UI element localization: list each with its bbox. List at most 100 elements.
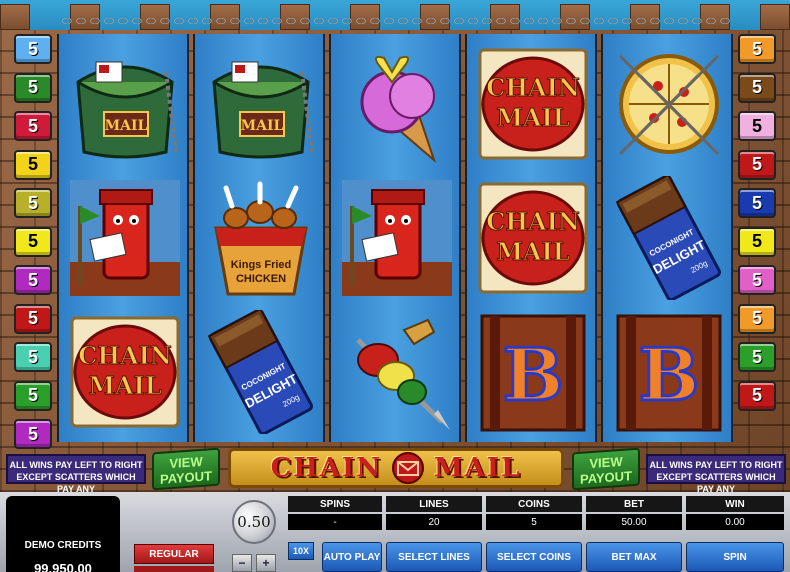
- chain-mail-icon: CHAIN MAIL: [478, 48, 588, 160]
- payline-badge[interactable]: 5: [14, 380, 52, 411]
- payline-badge[interactable]: 5: [738, 72, 776, 103]
- reel-symbol-mailbag: MAIL: [63, 40, 187, 168]
- svg-text:B: B: [503, 332, 564, 417]
- svg-text:MAIL: MAIL: [105, 118, 148, 134]
- ice-cream-icon: [360, 55, 437, 164]
- view-payout-label: PAYOUT: [159, 468, 212, 487]
- reel-symbol-mailbox: [63, 174, 187, 302]
- payline-badge[interactable]: 5: [738, 342, 776, 372]
- credits-value: 99,950.00: [34, 561, 92, 572]
- view-payout-label: PAYOUT: [579, 468, 632, 487]
- svg-text:CHAIN: CHAIN: [486, 207, 580, 236]
- control-panel: DEMO CREDITS 99,950.00 REGULAR 0.50 − + …: [0, 492, 790, 572]
- svg-text:CHAIN: CHAIN: [486, 73, 580, 102]
- fried-chicken-icon: Kings Fried CHICKEN: [214, 181, 308, 296]
- payline-badge[interactable]: 5: [738, 265, 776, 295]
- select-lines-button[interactable]: SELECT LINES: [386, 542, 482, 572]
- b-door-icon: B: [616, 314, 722, 432]
- mailbox-icon: [342, 180, 452, 296]
- right-rules-note: ALL WINS PAY LEFT TO RIGHT EXCEPT SCATTE…: [646, 454, 786, 494]
- svg-text:CHICKEN: CHICKEN: [236, 273, 286, 285]
- reel-2: MAIL Kings Fried CHICKEN COCONIGHT DELIG…: [193, 34, 325, 442]
- payline-badge[interactable]: 5: [14, 265, 52, 295]
- mailbox-icon: [70, 180, 180, 296]
- logo-text-right: MAIL: [433, 453, 522, 483]
- svg-text:B: B: [639, 332, 700, 417]
- game-logo: CHAIN MAIL: [228, 448, 564, 488]
- payline-badge[interactable]: 5: [14, 342, 52, 372]
- pizza-icon: [618, 54, 720, 156]
- payline-badge[interactable]: 5: [14, 188, 52, 218]
- bet-label: BET: [586, 496, 682, 512]
- coin-decrease-button[interactable]: −: [232, 554, 252, 572]
- spin-button[interactable]: SPIN: [686, 542, 784, 572]
- payline-badge[interactable]: 5: [14, 149, 52, 180]
- chocolate-icon: COCONIGHT DELIGHT 200g: [615, 176, 721, 300]
- lines-value: 20: [386, 514, 482, 530]
- regular-button-shadow: [134, 566, 214, 572]
- reel-symbol-b-door: B: [471, 308, 595, 436]
- payline-badge[interactable]: 5: [14, 72, 52, 103]
- right-rules-line-1: ALL WINS PAY LEFT TO RIGHT: [649, 460, 783, 470]
- reel-symbol-chain-mail: CHAIN MAIL: [471, 40, 595, 168]
- logo-text-left: CHAIN: [270, 453, 382, 483]
- coins-label: COINS: [486, 496, 582, 512]
- select-coins-button[interactable]: SELECT COINS: [486, 542, 582, 572]
- left-rules-line-1: ALL WINS PAY LEFT TO RIGHT: [9, 460, 143, 470]
- credits-display: DEMO CREDITS 99,950.00: [6, 496, 120, 572]
- chain-mail-icon: CHAIN MAIL: [478, 182, 588, 294]
- spins-label: SPINS: [288, 496, 382, 512]
- coin-value-chip[interactable]: 0.50: [232, 500, 276, 544]
- reel-symbol-b-door: B: [607, 308, 731, 436]
- reel-symbol-kebab: [335, 308, 459, 436]
- top-chain-decoration: [60, 16, 730, 26]
- win-value: 0.00: [686, 514, 784, 530]
- payline-badge[interactable]: 5: [738, 303, 776, 334]
- payline-badge[interactable]: 5: [14, 419, 52, 449]
- payline-badge[interactable]: 5: [14, 226, 52, 257]
- b-door-icon: B: [480, 314, 586, 432]
- bet-value: 50.00: [586, 514, 682, 530]
- reel-3: [329, 34, 461, 442]
- view-payout-button-left[interactable]: VIEW PAYOUT: [152, 447, 220, 491]
- payline-badge[interactable]: 5: [738, 226, 776, 257]
- payline-badge[interactable]: 5: [14, 303, 52, 334]
- payline-badge[interactable]: 5: [738, 111, 776, 141]
- coin-increase-button[interactable]: +: [256, 554, 276, 572]
- svg-text:Kings Fried: Kings Fried: [231, 259, 292, 271]
- payline-badge[interactable]: 5: [738, 380, 776, 411]
- svg-text:MAIL: MAIL: [496, 103, 569, 132]
- reel-symbol-mailbox: [335, 174, 459, 302]
- chocolate-icon: COCONIGHT DELIGHT 200g: [207, 310, 313, 434]
- bet-10x-button[interactable]: 10X: [288, 542, 314, 560]
- view-payout-button-right[interactable]: VIEW PAYOUT: [572, 447, 640, 491]
- lines-label: LINES: [386, 496, 482, 512]
- win-label: WIN: [686, 496, 784, 512]
- payline-badge[interactable]: 5: [14, 111, 52, 141]
- chain-mail-icon: CHAIN MAIL: [70, 316, 180, 428]
- regular-mode-button[interactable]: REGULAR: [134, 544, 214, 564]
- svg-text:MAIL: MAIL: [496, 237, 569, 266]
- reel-4: CHAIN MAIL CHAIN MAIL B: [465, 34, 597, 442]
- bet-max-button[interactable]: BET MAX: [586, 542, 682, 572]
- payline-badge[interactable]: 5: [738, 188, 776, 218]
- left-rules-note: ALL WINS PAY LEFT TO RIGHT EXCEPT SCATTE…: [6, 454, 146, 494]
- svg-text:MAIL: MAIL: [88, 371, 161, 400]
- mailbag-icon: MAIL: [212, 61, 314, 159]
- auto-play-button[interactable]: AUTO PLAY: [322, 542, 382, 572]
- payline-badge[interactable]: 5: [14, 34, 52, 64]
- reel-5: COCONIGHT DELIGHT 200g B: [601, 34, 733, 442]
- reel-symbol-chocolate: COCONIGHT DELIGHT 200g: [607, 174, 731, 302]
- svg-text:MAIL: MAIL: [241, 118, 284, 134]
- right-rules-line-2: EXCEPT SCATTERS WHICH PAY ANY: [656, 472, 776, 494]
- spins-value: -: [288, 514, 382, 530]
- mailbag-icon: MAIL: [76, 61, 178, 159]
- reel-symbol-chocolate: COCONIGHT DELIGHT 200g: [199, 308, 323, 436]
- payline-badge[interactable]: 5: [738, 34, 776, 64]
- credits-label: DEMO CREDITS: [24, 540, 102, 551]
- reel-symbol-pizza: [607, 40, 731, 168]
- payline-badge[interactable]: 5: [738, 149, 776, 180]
- reel-symbol-mailbag: MAIL: [199, 40, 323, 168]
- kebab-icon: [356, 318, 450, 430]
- reel-symbol-chain-mail: CHAIN MAIL: [471, 174, 595, 302]
